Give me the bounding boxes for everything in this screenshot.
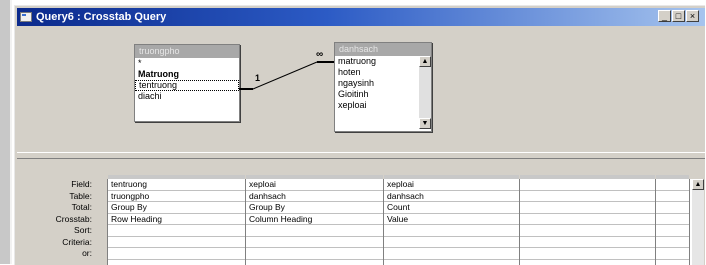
title-bar[interactable]: Query6 : Crosstab Query _ □ × [17,8,705,26]
column-selector[interactable] [384,175,519,179]
grid-column: xeploai danhsach Group By Column Heading [246,175,384,265]
grid-column [520,175,656,265]
scroll-up-button[interactable]: ▲ [692,179,704,190]
column-selector[interactable] [520,175,655,179]
column-selector[interactable] [656,175,689,179]
grid-column: xeploai danhsach Count Value [384,175,520,265]
grid-row-label: Table: [69,190,92,201]
field-list-scrollbar[interactable]: ▲ ▼ [419,56,431,129]
grid-cell[interactable] [656,179,689,191]
grid-cell[interactable] [246,237,383,248]
table-pane: truongpho * Matruong tentruong diachi 1 ∞ d… [17,27,703,172]
grid-cell[interactable]: truongpho [108,191,245,202]
scroll-up-button[interactable]: ▲ [419,56,431,67]
grid-cell[interactable]: Group By [246,202,383,214]
grid-cell[interactable]: danhsach [384,191,519,202]
grid-cell[interactable] [108,225,245,237]
table-field[interactable]: ngaysinh [335,78,419,89]
table-field[interactable]: xeploai [335,100,419,111]
grid-column [656,175,690,265]
grid-cell[interactable] [656,248,689,260]
design-grid: xeploai danhsach Count Value xeploai danhsach… [107,175,704,265]
join-line [252,61,318,90]
query-icon [20,12,32,22]
grid-row-labels: Field: Table: Total: Crosstab: Sort: Criteria… [17,179,95,260]
grid-cell[interactable] [520,202,655,214]
grid-cell[interactable]: Group By [108,202,245,214]
grid-cell[interactable] [656,225,689,237]
grid-cell[interactable] [108,237,245,248]
query-design-window: Query6 : Crosstab Query _ □ × truongpho … [14,5,705,265]
grid-cell[interactable] [520,248,655,260]
pane-splitter[interactable] [17,152,705,159]
grid-cell[interactable] [246,225,383,237]
grid-cell[interactable] [384,237,519,248]
table-field[interactable]: matruong [335,56,419,67]
grid-cell[interactable] [520,237,655,248]
design-grid-pane: Field: Table: Total: Crosstab: Sort: Criteria… [17,159,704,265]
grid-cell[interactable]: tentruong [108,179,245,191]
grid-cell[interactable] [384,225,519,237]
table-box-danhsach[interactable]: danhsach ▲ ▼ matruong hoten ngaysinh Gioiti… [334,42,432,132]
minimize-button[interactable]: _ [658,10,671,22]
grid-vertical-scrollbar[interactable]: ▲ [692,179,704,265]
table-title[interactable]: danhsach [335,43,431,56]
grid-cell[interactable]: danhsach [246,191,383,202]
close-button[interactable]: × [686,10,699,22]
grid-cell[interactable]: xeploai [246,179,383,191]
grid-cell[interactable] [246,248,383,260]
one-side-label: 1 [255,73,261,83]
grid-column: tentruong truongpho Group By Row Heading [108,175,246,265]
field-list: ▲ ▼ matruong hoten ngaysinh Gioitinh xeploai [335,56,431,129]
grid-row-label: Crosstab: [55,213,92,224]
grid-cell[interactable] [656,214,689,225]
grid-cell[interactable] [520,191,655,202]
window-title: Query6 : Crosstab Query [36,11,167,23]
grid-row-label: Field: [71,179,92,189]
background-window-border [0,0,12,264]
grid-row-label: or: [82,248,92,258]
grid-cell[interactable] [656,202,689,214]
grid-cell[interactable]: xeploai [384,179,519,191]
grid-cell[interactable] [108,248,245,260]
grid-cell[interactable] [656,191,689,202]
table-field[interactable]: hoten [335,67,419,78]
grid-row-label: Total: [71,202,92,212]
grid-cell[interactable] [656,237,689,248]
maximize-button[interactable]: □ [672,10,685,22]
grid-cell[interactable] [384,248,519,260]
table-field[interactable]: Gioitinh [335,89,419,100]
grid-row-label: Sort: [74,225,92,235]
column-selector[interactable] [108,175,245,179]
grid-cell[interactable]: Value [384,214,519,225]
grid-cell[interactable]: Count [384,202,519,214]
grid-cell[interactable] [520,225,655,237]
scroll-down-button[interactable]: ▼ [419,118,431,129]
grid-row-label: Criteria: [62,236,92,247]
grid-cell[interactable] [520,214,655,225]
grid-cell[interactable]: Row Heading [108,214,245,225]
grid-cell[interactable] [520,179,655,191]
grid-cell[interactable]: Column Heading [246,214,383,225]
many-side-label: ∞ [316,49,324,60]
column-selector[interactable] [246,175,383,179]
